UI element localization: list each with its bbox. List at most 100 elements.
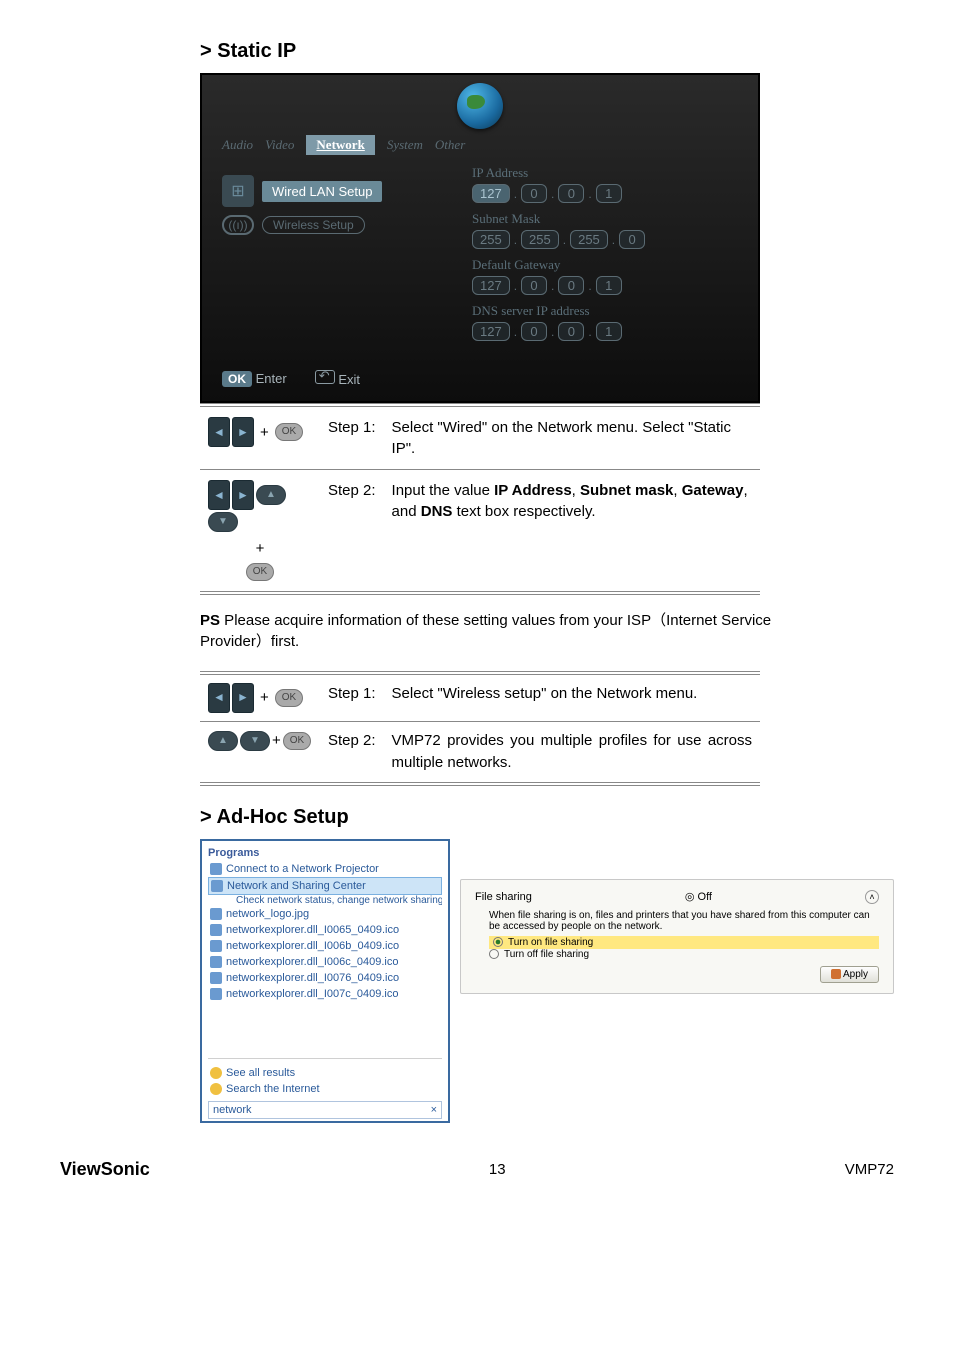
ok-button-icon: OK (275, 423, 303, 441)
dpad-right-icon: ► (232, 417, 254, 447)
start-item[interactable]: networkexplorer.dll_I006b_0409.ico (208, 938, 442, 954)
tab-other: Other (435, 137, 465, 153)
plus-icon: + (252, 538, 269, 559)
ip-o4[interactable]: 1 (596, 184, 622, 203)
tab-row: Audio Video Network System Other (222, 135, 738, 155)
dns-o3[interactable]: 0 (558, 322, 584, 341)
windows-start-search: Programs Connect to a Network Projector … (200, 839, 450, 1123)
nav-down-icon: ▼ (208, 512, 238, 532)
apply-button[interactable]: Apply (820, 966, 879, 983)
mask-o3[interactable]: 255 (570, 230, 608, 249)
dns-o2[interactable]: 0 (521, 322, 547, 341)
wifi-icon: ((ı)) (222, 215, 254, 235)
dns-label: DNS server IP address (472, 303, 738, 319)
tab-system: System (387, 137, 423, 153)
ip-o3[interactable]: 0 (558, 184, 584, 203)
ip-o1[interactable]: 127 (472, 184, 510, 203)
wireless-label: Wireless Setup (262, 216, 365, 234)
dpad-left-icon: ◄ (208, 683, 230, 713)
ip-o2[interactable]: 0 (521, 184, 547, 203)
page-footer: ViewSonic 13 VMP72 (60, 1159, 894, 1180)
tab-video: Video (265, 137, 294, 153)
step1-text: Select "Wired" on the Network menu. Sele… (384, 405, 760, 470)
enter-label: Enter (256, 371, 287, 386)
step2-label: Step 2: (320, 470, 384, 594)
clear-icon[interactable]: × (431, 1104, 437, 1116)
lan-icon: ⊞ (222, 175, 254, 207)
dns-row[interactable]: 127. 0. 0. 1 (472, 322, 738, 341)
start-item-sub: Check network status, change network sha… (208, 895, 442, 906)
network-setup-screen: Audio Video Network System Other ⊞ Wired… (200, 73, 760, 403)
wireless-step2-text: VMP72 provides you multiple profiles for… (384, 722, 760, 784)
mask-o1[interactable]: 255 (472, 230, 510, 249)
radio-icon (493, 937, 503, 947)
mask-o2[interactable]: 255 (521, 230, 559, 249)
ok-button-icon: OK (283, 732, 311, 751)
wireless-step2-icons: ▲ ▼ + OK (208, 730, 312, 752)
tab-audio: Audio (222, 137, 253, 153)
radio-turn-on[interactable]: Turn on file sharing (489, 936, 879, 949)
plus-icon: + (256, 422, 273, 443)
start-item[interactable]: networkexplorer.dll_I0065_0409.ico (208, 922, 442, 938)
file-sharing-desc: When file sharing is on, files and print… (489, 910, 879, 932)
start-item[interactable]: networkexplorer.dll_I007c_0409.ico (208, 986, 442, 1002)
programs-header: Programs (208, 847, 442, 859)
section-title-adhoc: > Ad-Hoc Setup (200, 806, 894, 829)
plus-icon: + (272, 730, 281, 752)
dpad-right-icon: ► (232, 683, 254, 713)
ip-address-row[interactable]: 127. 0. 0. 1 (472, 184, 738, 203)
see-all-results[interactable]: See all results (208, 1065, 442, 1081)
back-icon (315, 370, 335, 384)
page-number: 13 (489, 1161, 506, 1178)
search-input-text: network (213, 1104, 252, 1116)
model-label: VMP72 (845, 1161, 894, 1178)
collapse-icon[interactable]: ˄ (865, 890, 879, 904)
gw-o2[interactable]: 0 (521, 276, 547, 295)
search-internet[interactable]: Search the Internet (208, 1081, 442, 1097)
nav-down-icon: ▼ (240, 731, 270, 751)
search-box[interactable]: network × (208, 1101, 442, 1119)
gateway-row[interactable]: 127. 0. 0. 1 (472, 276, 738, 295)
start-item[interactable]: networkexplorer.dll_I0076_0409.ico (208, 970, 442, 986)
file-sharing-status: Off (698, 891, 712, 903)
wireless-step1-label: Step 1: (320, 673, 384, 722)
gw-o3[interactable]: 0 (558, 276, 584, 295)
dpad-left-icon: ◄ (208, 480, 230, 510)
dns-o4[interactable]: 1 (596, 322, 622, 341)
globe-icon (457, 83, 503, 129)
subnet-mask-row[interactable]: 255. 255. 255. 0 (472, 230, 738, 249)
wireless-row[interactable]: ((ı)) Wireless Setup (222, 215, 442, 235)
static-ip-steps-table: ◄ ► + OK Step 1: Select "Wired" on the N… (200, 403, 760, 595)
start-item[interactable]: network_logo.jpg (208, 906, 442, 922)
dpad-right-icon: ► (232, 480, 254, 510)
start-item-network-sharing-center[interactable]: Network and Sharing Center (208, 877, 442, 895)
status-dot-icon: ◎ (685, 891, 695, 903)
radio-icon (489, 949, 499, 959)
gateway-label: Default Gateway (472, 257, 738, 273)
ok-pill: OK (222, 371, 252, 387)
ps-note: PS Please acquire information of these s… (200, 609, 800, 651)
dns-o1[interactable]: 127 (472, 322, 510, 341)
start-item[interactable]: Connect to a Network Projector (208, 861, 442, 877)
gw-o4[interactable]: 1 (596, 276, 622, 295)
tab-network[interactable]: Network (306, 135, 374, 155)
ip-label: IP Address (472, 165, 738, 181)
wired-lan-row[interactable]: ⊞ Wired LAN Setup (222, 175, 442, 207)
section-title-static-ip: > Static IP (200, 40, 894, 63)
brand-label: ViewSonic (60, 1159, 150, 1180)
file-sharing-panel: File sharing ◎ Off ˄ When file sharing i… (460, 879, 894, 994)
ok-button-icon: OK (275, 689, 303, 708)
wireless-steps-table: ◄ ► + OK Step 1: Select "Wireless setup"… (200, 671, 760, 786)
file-sharing-title: File sharing (475, 891, 532, 903)
step2-text: Input the value IP Address, Subnet mask,… (384, 470, 760, 594)
shield-icon (831, 969, 841, 979)
wireless-step1-icons: ◄ ► + OK (208, 683, 312, 713)
start-item[interactable]: networkexplorer.dll_I006c_0409.ico (208, 954, 442, 970)
step1-label: Step 1: (320, 405, 384, 470)
dpad-left-icon: ◄ (208, 417, 230, 447)
wired-lan-label: Wired LAN Setup (262, 181, 382, 202)
gw-o1[interactable]: 127 (472, 276, 510, 295)
radio-turn-off[interactable]: Turn off file sharing (489, 949, 879, 960)
mask-o4[interactable]: 0 (619, 230, 645, 249)
wireless-step1-text: Select "Wireless setup" on the Network m… (384, 673, 760, 722)
